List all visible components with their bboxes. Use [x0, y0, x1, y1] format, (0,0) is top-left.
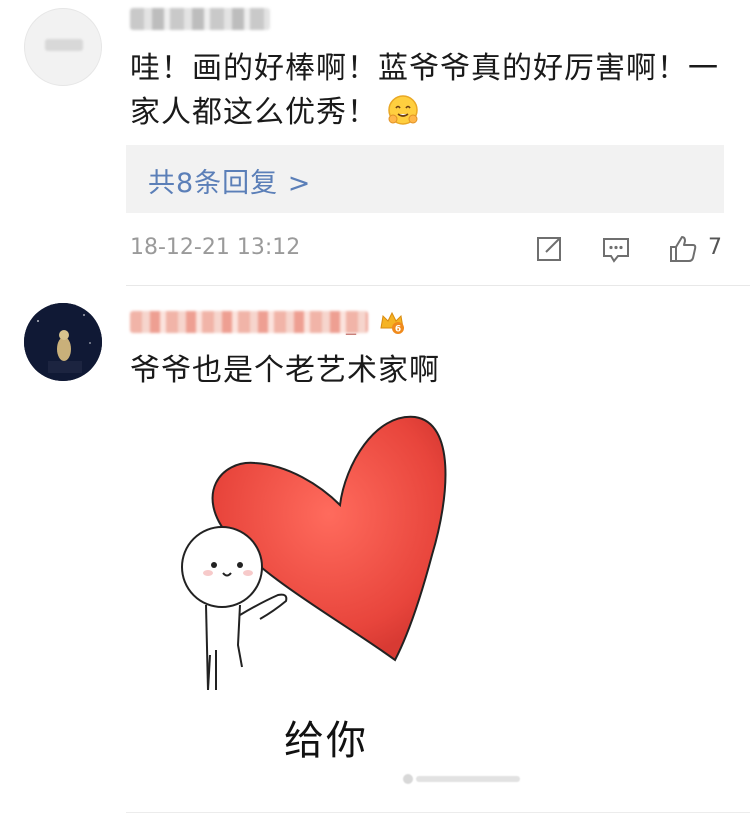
- like-count: 7: [708, 235, 722, 260]
- comment-text: 哇！画的好棒啊！蓝爷爷真的好厉害啊！一 家人都这么优秀！: [130, 47, 730, 135]
- crown-badge-icon: 6: [380, 311, 404, 335]
- share-icon[interactable]: [533, 233, 565, 265]
- username-blurred[interactable]: [130, 8, 270, 30]
- svg-text:6: 6: [395, 325, 401, 335]
- sticker-caption: 给你: [284, 718, 368, 764]
- timestamp: 18-12-21 13:12: [130, 235, 301, 260]
- watermark-blur: [403, 774, 520, 784]
- watermark: [402, 772, 522, 786]
- username-suffix: _: [346, 311, 356, 335]
- divider: [126, 812, 750, 813]
- comment-text-line: 家人都这么优秀！: [130, 91, 730, 135]
- divider: [126, 285, 750, 286]
- username-blurred[interactable]: [130, 311, 368, 333]
- avatar[interactable]: [24, 303, 102, 381]
- replies-label[interactable]: 共8条回复 >: [148, 161, 311, 200]
- comment-icon[interactable]: [600, 233, 632, 265]
- comment-text: 爷爷也是个老艺术家啊: [130, 353, 440, 388]
- avatar-image: [24, 303, 102, 381]
- avatar[interactable]: [24, 8, 102, 86]
- comment-text-line-2: 家人都这么优秀！: [130, 95, 378, 130]
- hugging-face-icon: [388, 95, 418, 125]
- replies-link[interactable]: 共8条回复 >: [126, 145, 724, 213]
- comment-text-line: 哇！画的好棒啊！蓝爷爷真的好厉害啊！一: [130, 51, 719, 86]
- like-icon[interactable]: [667, 233, 699, 265]
